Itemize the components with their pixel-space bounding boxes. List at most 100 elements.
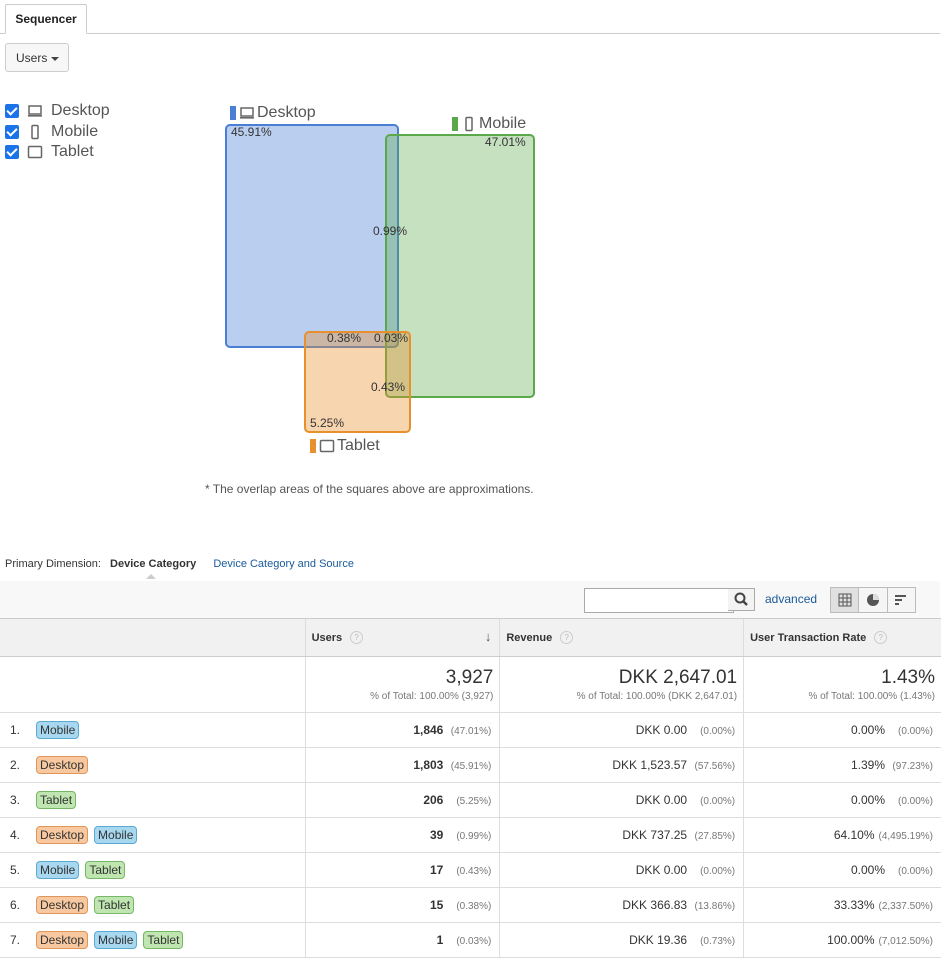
row-rate: 64.10%	[833, 828, 875, 842]
help-icon[interactable]: ?	[560, 631, 574, 644]
venn-tablet-text: Tablet	[337, 437, 380, 454]
device-chip[interactable]: Mobile	[94, 826, 138, 844]
device-chip[interactable]: Mobile	[36, 721, 80, 739]
row-dimension-cell: 2. Desktop	[0, 747, 306, 783]
row-revenue: DKK 366.83	[622, 898, 688, 912]
pie-view-button[interactable]	[859, 588, 888, 612]
table-row[interactable]: 2. Desktop 1,803 (45.91%) DKK 1,523.57 (57.56…	[0, 747, 941, 783]
row-users: 1,846	[413, 723, 444, 737]
total-rate-sub: % of Total: 100.00% (1.43%)	[808, 691, 935, 702]
row-revenue: DKK 1,523.57	[612, 758, 688, 772]
row-users-cell: 1,803 (45.91%)	[304, 747, 500, 783]
table-row[interactable]: 6. Desktop Tablet 15 (0.38%) DKK 366.83 (13.86…	[0, 887, 941, 923]
help-icon[interactable]: ?	[874, 631, 888, 644]
advanced-filter-link[interactable]: advanced	[765, 592, 817, 606]
table-view-button[interactable]	[831, 588, 860, 612]
row-revenue-pct: (0.00%)	[700, 866, 736, 877]
table-row[interactable]: 4. Desktop Mobile 39 (0.99%) DKK 737.25 (27.85…	[0, 817, 941, 853]
header-transaction-rate[interactable]: User Transaction Rate?	[743, 618, 941, 657]
row-rate-cell: 0.00% (0.00%)	[743, 782, 941, 818]
dimension-device-category-source[interactable]: Device Category and Source	[213, 558, 354, 570]
grid-icon	[838, 593, 852, 607]
device-chip[interactable]: Tablet	[85, 861, 126, 879]
header-revenue[interactable]: Revenue?	[499, 618, 744, 657]
help-icon[interactable]: ?	[350, 631, 364, 644]
totals-row: 3,927 % of Total: 100.00% (3,927) DKK 2,…	[0, 656, 941, 713]
table-row[interactable]: 3. Tablet 206 (5.25%) DKK 0.00 (0.00%) 0.00% (0…	[0, 782, 941, 818]
venn-label-mobile: Mobile	[452, 115, 526, 133]
row-revenue: DKK 737.25	[622, 828, 688, 842]
row-dimension-cell: 3. Tablet	[0, 782, 306, 818]
row-number: 2.	[10, 758, 21, 772]
row-users: 17	[429, 863, 444, 877]
row-rate-cell: 0.00% (0.00%)	[743, 712, 941, 748]
totals-label-cell	[0, 656, 306, 713]
row-revenue-pct: (57.56%)	[694, 761, 736, 772]
row-revenue-cell: DKK 19.36 (0.73%)	[499, 922, 744, 958]
header-users[interactable]: Users? ↓	[304, 618, 500, 657]
row-users: 1,803	[413, 758, 444, 772]
row-users: 15	[429, 898, 444, 912]
total-revenue-sub: % of Total: 100.00% (DKK 2,647.01)	[576, 691, 738, 702]
total-users: 3,927 % of Total: 100.00% (3,927)	[304, 656, 500, 713]
row-revenue: DKK 0.00	[635, 863, 688, 877]
row-number: 1.	[10, 723, 21, 737]
dimension-device-category[interactable]: Device Category	[110, 558, 196, 570]
row-users-cell: 15 (0.38%)	[304, 887, 500, 923]
search-button[interactable]	[728, 588, 755, 611]
venn-desktop-text: Desktop	[257, 104, 316, 121]
device-chip[interactable]: Tablet	[36, 791, 77, 809]
device-chip[interactable]: Desktop	[36, 931, 89, 949]
row-number: 3.	[10, 793, 21, 807]
pct-mobile-tablet: 0.43%	[371, 380, 406, 394]
row-rate: 1.39%	[850, 758, 885, 772]
row-rate-pct: (0.00%)	[897, 866, 933, 877]
row-dimension-cell: 1. Mobile	[0, 712, 306, 748]
row-revenue: DKK 19.36	[629, 933, 688, 947]
table-row[interactable]: 7. Desktop Mobile Tablet 1 (0.03%) DKK 19.36 (0…	[0, 922, 941, 958]
table-search-input[interactable]	[584, 588, 734, 613]
active-dimension-marker	[146, 574, 156, 579]
pct-all-three: 0.03%	[374, 331, 409, 345]
device-chip[interactable]: Tablet	[143, 931, 184, 949]
row-rate-cell: 100.00% (7,012.50%)	[743, 922, 941, 958]
total-revenue: DKK 2,647.01 % of Total: 100.00% (DKK 2,…	[499, 656, 744, 713]
search-icon	[734, 592, 748, 606]
device-chip[interactable]: Mobile	[94, 931, 138, 949]
header-dimension	[0, 618, 306, 657]
primary-dimension-bar: Primary Dimension: Device Category Devic…	[5, 558, 354, 570]
row-number: 6.	[10, 898, 21, 912]
row-users-pct: (47.01%)	[450, 726, 492, 737]
venn-label-tablet: Tablet	[310, 437, 380, 455]
device-chip[interactable]: Tablet	[94, 896, 135, 914]
row-revenue: DKK 0.00	[635, 723, 688, 737]
row-number: 4.	[10, 828, 21, 842]
row-revenue-cell: DKK 0.00 (0.00%)	[499, 852, 744, 888]
row-users-pct: (5.25%)	[456, 796, 492, 807]
row-number: 5.	[10, 863, 21, 877]
table-header-row: Users? ↓ Revenue? User Transaction Rate?	[0, 618, 941, 657]
bar-view-button[interactable]	[888, 588, 915, 612]
device-chip[interactable]: Desktop	[36, 896, 89, 914]
primary-dimension-label: Primary Dimension:	[5, 558, 101, 570]
total-rate: 1.43% % of Total: 100.00% (1.43%)	[743, 656, 941, 713]
table-row[interactable]: 1. Mobile 1,846 (47.01%) DKK 0.00 (0.00%) 0.00…	[0, 712, 941, 748]
row-users: 39	[429, 828, 444, 842]
row-rate-cell: 1.39% (97.23%)	[743, 747, 941, 783]
total-revenue-value: DKK 2,647.01	[618, 667, 738, 688]
device-chip[interactable]: Desktop	[36, 826, 89, 844]
device-chip[interactable]: Desktop	[36, 756, 89, 774]
total-rate-value: 1.43%	[881, 667, 935, 688]
sort-down-icon[interactable]: ↓	[485, 629, 492, 644]
row-dimension-cell: 4. Desktop Mobile	[0, 817, 306, 853]
device-chip[interactable]: Mobile	[36, 861, 80, 879]
mobile-swatch	[452, 117, 458, 131]
row-revenue-pct: (0.00%)	[700, 726, 736, 737]
view-toggle-group	[830, 587, 916, 613]
row-rate-cell: 33.33% (2,337.50%)	[743, 887, 941, 923]
row-dimension-cell: 7. Desktop Mobile Tablet	[0, 922, 306, 958]
pct-desktop-tablet: 0.38%	[327, 331, 362, 345]
table-row[interactable]: 5. Mobile Tablet 17 (0.43%) DKK 0.00 (0.00%) 0.…	[0, 852, 941, 888]
row-rate: 0.00%	[850, 793, 885, 807]
row-users-pct: (0.03%)	[456, 936, 492, 947]
